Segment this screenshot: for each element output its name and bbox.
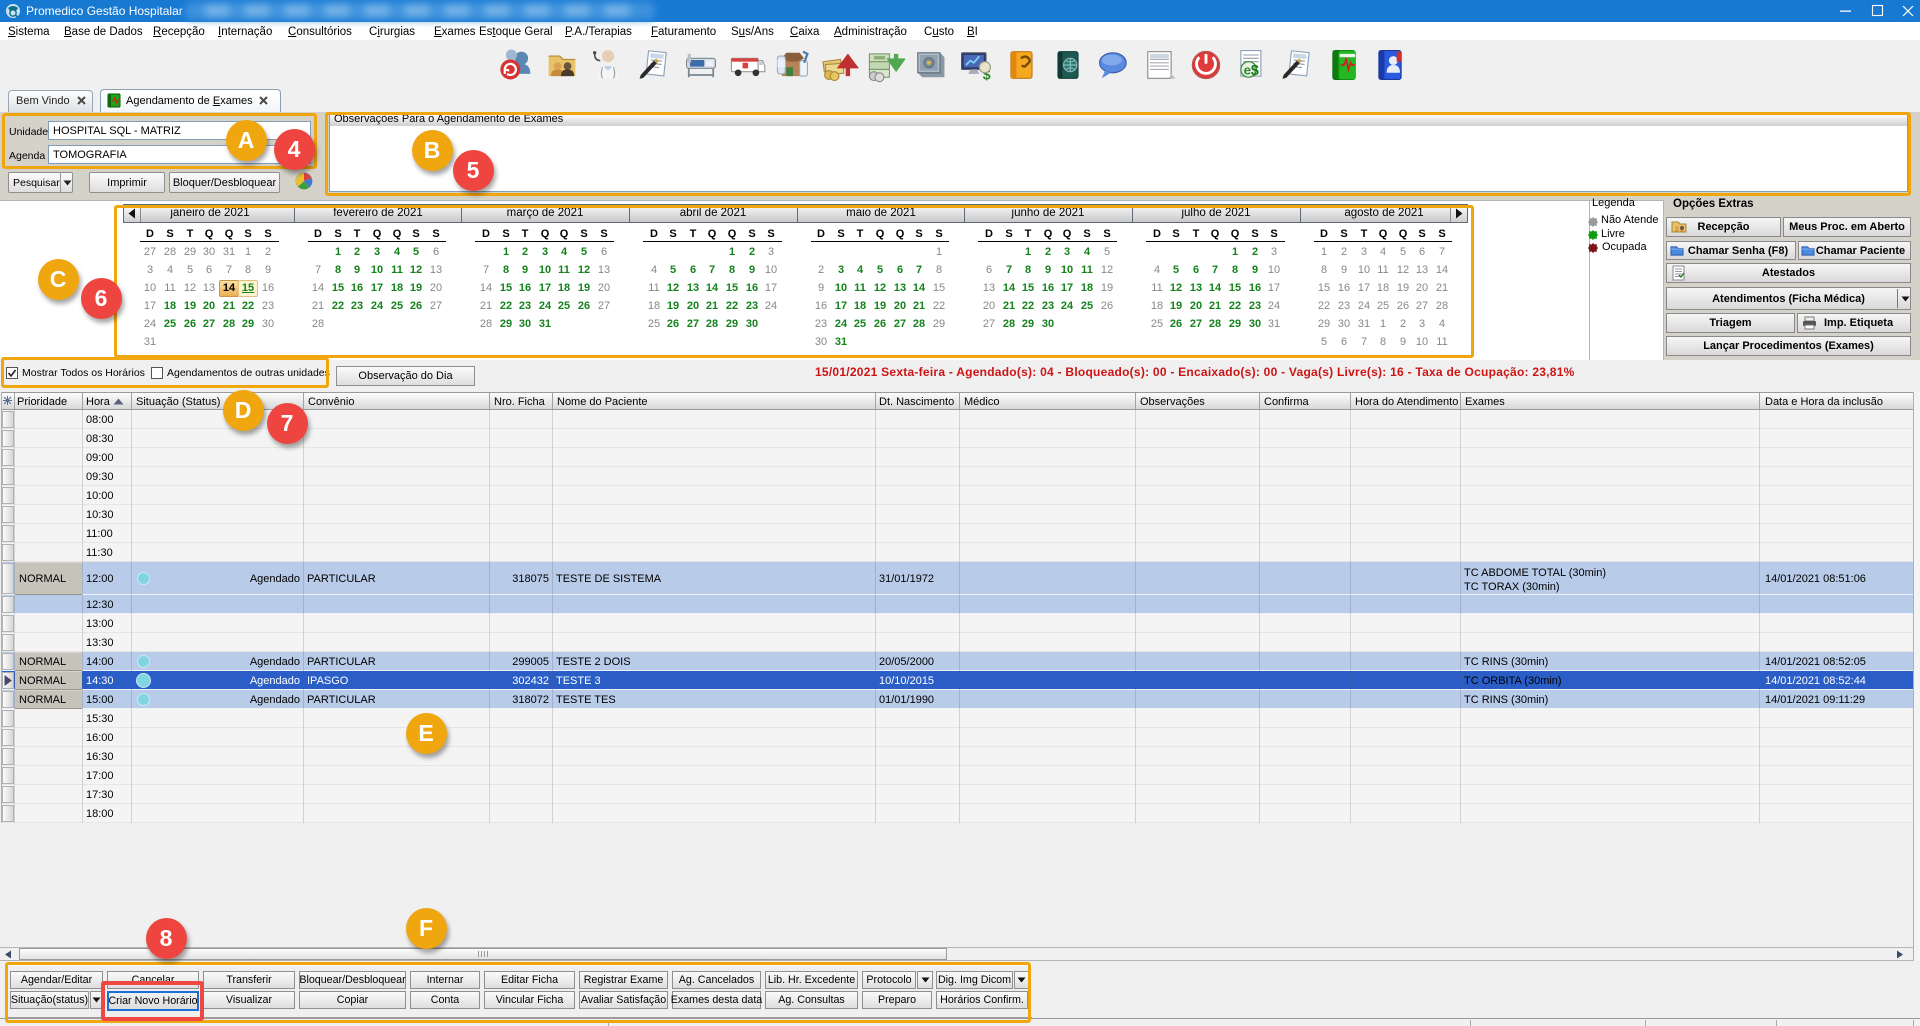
svg-text:$: $ (1251, 63, 1259, 79)
